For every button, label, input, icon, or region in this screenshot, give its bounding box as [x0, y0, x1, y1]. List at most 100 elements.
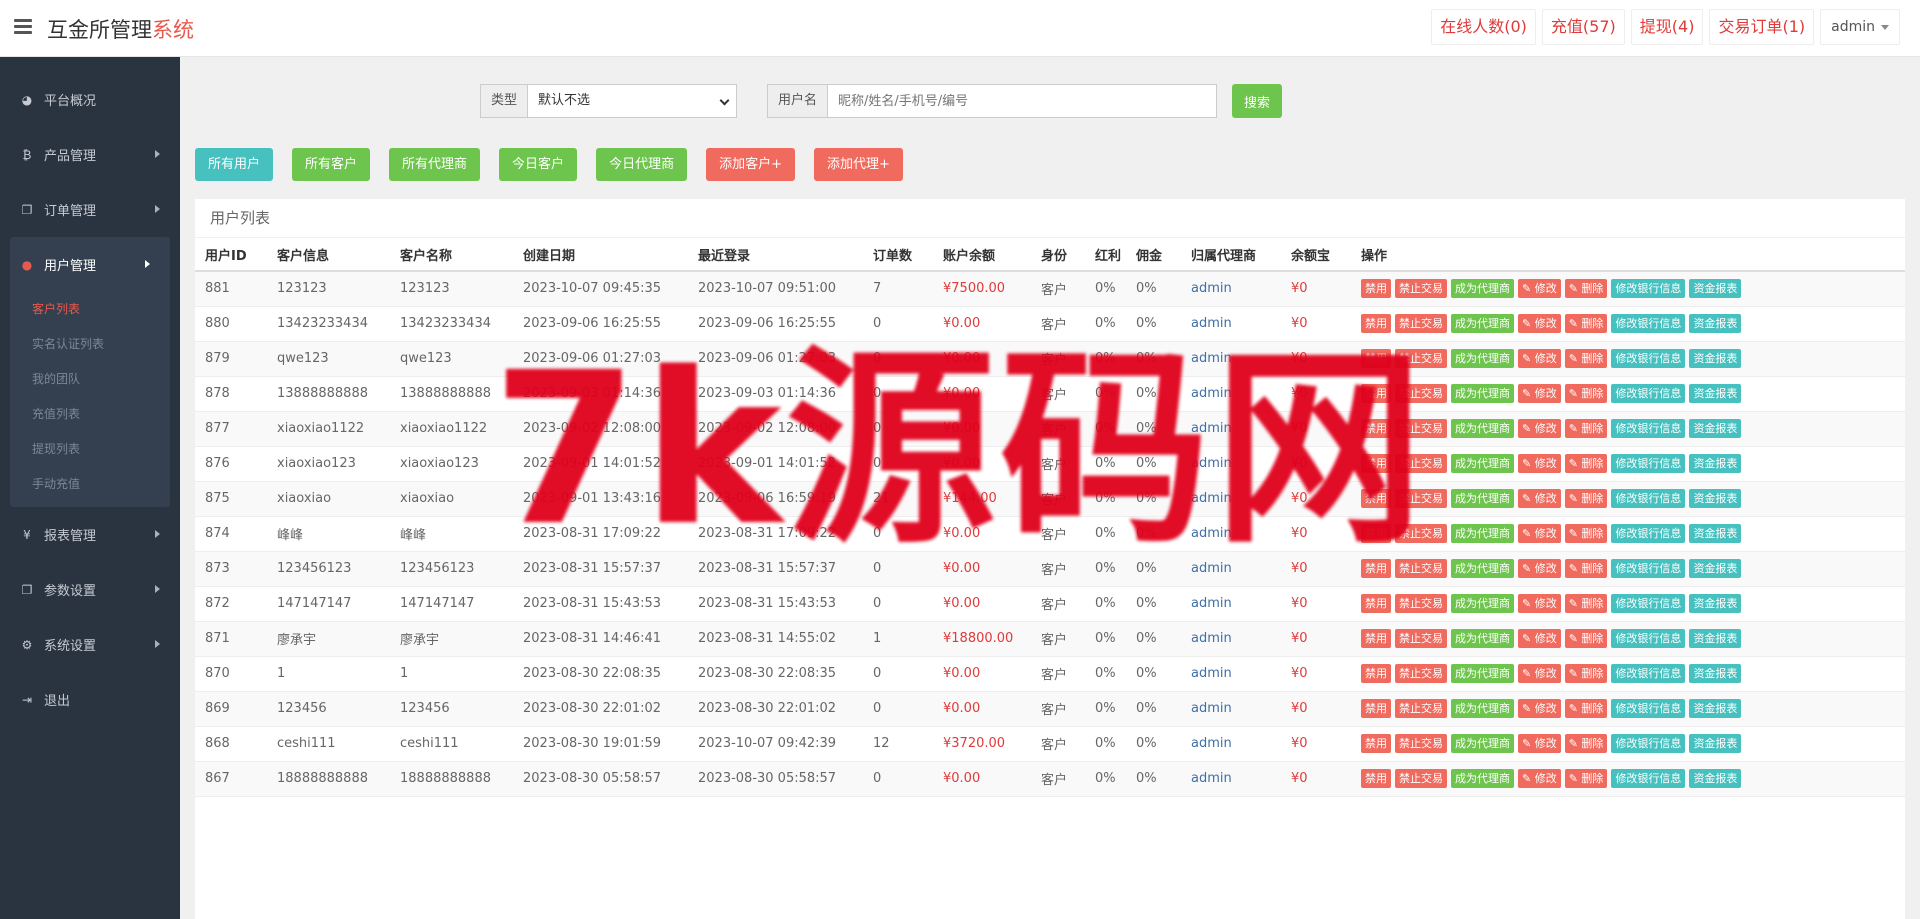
delete-button[interactable]: ✎ 删除: [1564, 279, 1608, 299]
disable-button[interactable]: 禁用: [1361, 384, 1391, 403]
ban-trade-button[interactable]: 禁止交易: [1395, 699, 1447, 718]
ban-trade-button[interactable]: 禁止交易: [1395, 454, 1447, 473]
edit-button[interactable]: ✎ 修改: [1518, 769, 1561, 788]
edit-bank-button[interactable]: 修改银行信息: [1611, 419, 1686, 438]
menu-toggle-icon[interactable]: [14, 19, 32, 35]
delete-button[interactable]: ✎ 删除: [1564, 699, 1608, 718]
submenu-my-team[interactable]: 我的团队: [10, 362, 170, 397]
delete-button[interactable]: ✎ 删除: [1564, 489, 1608, 508]
cell-agent[interactable]: admin: [1181, 446, 1281, 482]
fund-report-button[interactable]: 资金报表: [1689, 314, 1742, 333]
edit-button[interactable]: ✎ 修改: [1518, 454, 1561, 473]
delete-button[interactable]: ✎ 删除: [1564, 454, 1608, 473]
fund-report-button[interactable]: 资金报表: [1689, 384, 1742, 403]
edit-bank-button[interactable]: 修改银行信息: [1611, 384, 1686, 403]
cell-agent[interactable]: admin: [1181, 306, 1281, 342]
delete-button[interactable]: ✎ 删除: [1564, 664, 1608, 683]
fund-report-button[interactable]: 资金报表: [1689, 419, 1742, 438]
cell-agent[interactable]: admin: [1181, 621, 1281, 657]
disable-button[interactable]: 禁用: [1361, 594, 1391, 613]
edit-button[interactable]: ✎ 修改: [1518, 524, 1561, 543]
sidebar-item-users[interactable]: ● 用户管理: [10, 237, 170, 292]
fund-report-button[interactable]: 资金报表: [1689, 559, 1742, 578]
edit-bank-button[interactable]: 修改银行信息: [1611, 699, 1686, 718]
disable-button[interactable]: 禁用: [1361, 349, 1391, 368]
online-users-link[interactable]: 在线人数(0): [1431, 9, 1536, 45]
sidebar-item-params[interactable]: ❐ 参数设置: [0, 562, 180, 617]
make-agent-button[interactable]: 成为代理商: [1451, 454, 1514, 473]
edit-button[interactable]: ✎ 修改: [1518, 594, 1561, 613]
fund-report-button[interactable]: 资金报表: [1689, 279, 1742, 299]
edit-bank-button[interactable]: 修改银行信息: [1611, 594, 1686, 613]
fund-report-button[interactable]: 资金报表: [1689, 664, 1742, 683]
cell-agent[interactable]: admin: [1181, 271, 1281, 307]
cell-agent[interactable]: admin: [1181, 656, 1281, 692]
cell-agent[interactable]: admin: [1181, 551, 1281, 587]
edit-button[interactable]: ✎ 修改: [1518, 419, 1561, 438]
trade-orders-link[interactable]: 交易订单(1): [1709, 9, 1815, 45]
edit-button[interactable]: ✎ 修改: [1518, 559, 1561, 578]
ban-trade-button[interactable]: 禁止交易: [1395, 629, 1447, 648]
edit-button[interactable]: ✎ 修改: [1518, 384, 1561, 403]
make-agent-button[interactable]: 成为代理商: [1451, 314, 1514, 333]
fund-report-button[interactable]: 资金报表: [1689, 524, 1742, 543]
disable-button[interactable]: 禁用: [1361, 559, 1391, 578]
sidebar-item-orders[interactable]: ❐ 订单管理: [0, 182, 180, 237]
make-agent-button[interactable]: 成为代理商: [1451, 279, 1514, 299]
make-agent-button[interactable]: 成为代理商: [1451, 664, 1514, 683]
make-agent-button[interactable]: 成为代理商: [1451, 629, 1514, 648]
edit-bank-button[interactable]: 修改银行信息: [1611, 629, 1686, 648]
delete-button[interactable]: ✎ 删除: [1564, 629, 1608, 648]
edit-bank-button[interactable]: 修改银行信息: [1611, 454, 1686, 473]
ban-trade-button[interactable]: 禁止交易: [1395, 664, 1447, 683]
edit-button[interactable]: ✎ 修改: [1518, 314, 1561, 333]
make-agent-button[interactable]: 成为代理商: [1451, 559, 1514, 578]
ban-trade-button[interactable]: 禁止交易: [1395, 349, 1447, 368]
delete-button[interactable]: ✎ 删除: [1564, 419, 1608, 438]
make-agent-button[interactable]: 成为代理商: [1451, 699, 1514, 718]
edit-bank-button[interactable]: 修改银行信息: [1611, 734, 1686, 753]
make-agent-button[interactable]: 成为代理商: [1451, 734, 1514, 753]
disable-button[interactable]: 禁用: [1361, 769, 1391, 788]
sidebar-item-system[interactable]: ⚙ 系统设置: [0, 617, 180, 672]
sidebar-item-reports[interactable]: ¥ 报表管理: [0, 507, 180, 562]
fund-report-button[interactable]: 资金报表: [1689, 594, 1742, 613]
cell-agent[interactable]: admin: [1181, 761, 1281, 797]
delete-button[interactable]: ✎ 删除: [1564, 769, 1608, 788]
disable-button[interactable]: 禁用: [1361, 524, 1391, 543]
cell-agent[interactable]: admin: [1181, 691, 1281, 727]
make-agent-button[interactable]: 成为代理商: [1451, 349, 1514, 368]
edit-button[interactable]: ✎ 修改: [1518, 699, 1561, 718]
ban-trade-button[interactable]: 禁止交易: [1395, 279, 1447, 299]
delete-button[interactable]: ✎ 删除: [1564, 349, 1608, 368]
ban-trade-button[interactable]: 禁止交易: [1395, 594, 1447, 613]
fund-report-button[interactable]: 资金报表: [1689, 769, 1742, 788]
fund-report-button[interactable]: 资金报表: [1689, 699, 1742, 718]
add-customer-button[interactable]: 添加客户+: [706, 148, 795, 181]
today-agents-button[interactable]: 今日代理商: [596, 148, 688, 181]
cell-agent[interactable]: admin: [1181, 341, 1281, 377]
search-button[interactable]: 搜索: [1232, 84, 1283, 118]
delete-button[interactable]: ✎ 删除: [1564, 559, 1608, 578]
cell-agent[interactable]: admin: [1181, 481, 1281, 517]
disable-button[interactable]: 禁用: [1361, 629, 1391, 648]
fund-report-button[interactable]: 资金报表: [1689, 489, 1742, 508]
fund-report-button[interactable]: 资金报表: [1689, 734, 1742, 753]
make-agent-button[interactable]: 成为代理商: [1451, 419, 1514, 438]
make-agent-button[interactable]: 成为代理商: [1451, 594, 1514, 613]
ban-trade-button[interactable]: 禁止交易: [1395, 314, 1447, 333]
edit-bank-button[interactable]: 修改银行信息: [1611, 664, 1686, 683]
cell-agent[interactable]: admin: [1181, 411, 1281, 447]
all-users-button[interactable]: 所有用户: [195, 148, 274, 181]
make-agent-button[interactable]: 成为代理商: [1451, 489, 1514, 508]
delete-button[interactable]: ✎ 删除: [1564, 734, 1608, 753]
edit-button[interactable]: ✎ 修改: [1518, 349, 1561, 368]
disable-button[interactable]: 禁用: [1361, 664, 1391, 683]
disable-button[interactable]: 禁用: [1361, 419, 1391, 438]
edit-bank-button[interactable]: 修改银行信息: [1611, 559, 1686, 578]
ban-trade-button[interactable]: 禁止交易: [1395, 734, 1447, 753]
submenu-recharge-list[interactable]: 充值列表: [10, 397, 170, 432]
make-agent-button[interactable]: 成为代理商: [1451, 524, 1514, 543]
user-menu[interactable]: admin: [1820, 9, 1900, 45]
edit-button[interactable]: ✎ 修改: [1518, 489, 1561, 508]
